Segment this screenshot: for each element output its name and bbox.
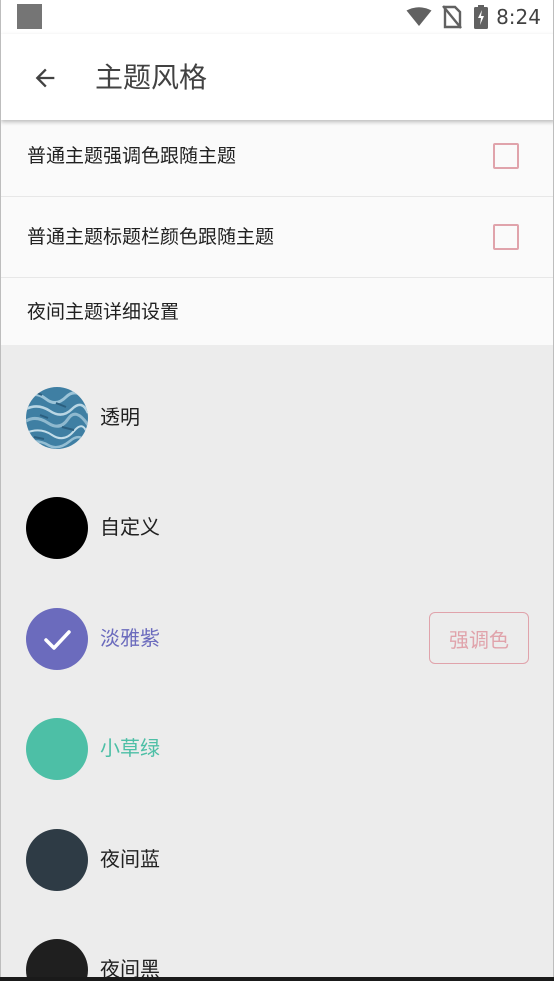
theme-swatch-water-texture — [26, 387, 88, 449]
wifi-icon — [406, 7, 432, 27]
status-icons: 8:24 — [406, 4, 541, 30]
setting-label: 普通主题标题栏颜色跟随主题 — [27, 226, 275, 248]
theme-swatch — [26, 497, 88, 559]
theme-name: 夜间黑 — [100, 957, 160, 977]
setting-titlebar-follow-theme[interactable]: 普通主题标题栏颜色跟随主题 — [1, 197, 553, 278]
theme-name: 淡雅紫 — [100, 626, 160, 650]
status-clock: 8:24 — [496, 5, 541, 29]
status-bar: 8:24 — [1, 0, 553, 34]
theme-item-custom[interactable]: 自定义 — [1, 455, 553, 565]
theme-item-night-blue[interactable]: 夜间蓝 — [1, 787, 553, 897]
settings-list: 普通主题强调色跟随主题 普通主题标题栏颜色跟随主题 夜间主题详细设置 — [1, 120, 553, 345]
theme-swatch — [26, 939, 88, 977]
battery-charging-icon — [474, 5, 489, 29]
theme-swatch — [26, 829, 88, 891]
arrow-back-icon — [35, 68, 55, 88]
theme-swatch — [26, 608, 88, 670]
theme-swatch — [26, 718, 88, 780]
theme-name: 夜间蓝 — [100, 847, 160, 871]
theme-item-night-black[interactable]: 夜间黑 — [1, 897, 553, 977]
check-icon — [44, 630, 71, 650]
screen: 8:24 主题风格 普通主题强调色跟随主题 普通主题标题栏颜色跟随主题 夜间主题… — [0, 0, 554, 977]
accent-color-button[interactable]: 强调色 — [429, 612, 529, 664]
theme-item-transparent[interactable]: 透明 — [1, 345, 553, 455]
app-bar: 主题风格 — [1, 34, 553, 120]
theme-name: 透明 — [100, 405, 140, 429]
setting-label: 夜间主题详细设置 — [27, 301, 180, 323]
theme-name: 自定义 — [100, 515, 160, 539]
theme-item-light-purple[interactable]: 淡雅紫 强调色 — [1, 566, 553, 676]
accent-follow-checkbox[interactable] — [493, 143, 519, 169]
setting-label: 普通主题强调色跟随主题 — [27, 145, 237, 167]
theme-item-grass-green[interactable]: 小草绿 — [1, 676, 553, 786]
app-notification-icon — [17, 4, 42, 29]
theme-name: 小草绿 — [100, 736, 160, 760]
page-title: 主题风格 — [95, 61, 208, 94]
back-button[interactable] — [23, 56, 67, 100]
setting-accent-follow-theme[interactable]: 普通主题强调色跟随主题 — [1, 120, 553, 197]
setting-night-theme-details[interactable]: 夜间主题详细设置 — [1, 278, 553, 345]
titlebar-follow-checkbox[interactable] — [493, 224, 519, 250]
no-sim-icon — [442, 5, 463, 29]
